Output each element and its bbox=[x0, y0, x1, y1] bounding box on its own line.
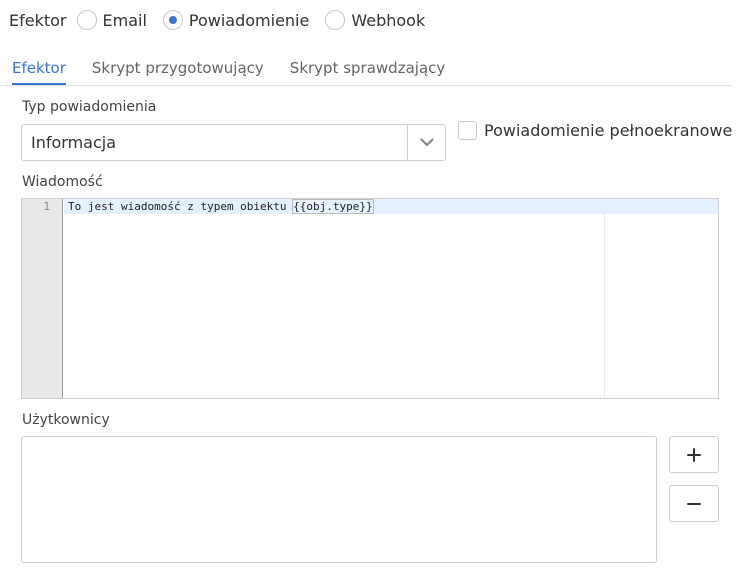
effector-form: Efektor Email Powiadomienie Webhook Efek… bbox=[0, 0, 739, 578]
fullscreen-checkbox[interactable] bbox=[458, 120, 477, 140]
remove-user-button[interactable] bbox=[669, 485, 719, 522]
tab-bar: Efektor Skrypt przygotowujący Skrypt spr… bbox=[0, 50, 731, 86]
chevron-down-icon[interactable] bbox=[407, 125, 445, 160]
users-list[interactable] bbox=[21, 436, 657, 563]
code-line[interactable]: To jest wiadomość z typem obiektu {{obj.… bbox=[68, 199, 374, 214]
tab-prepare-script[interactable]: Skrypt przygotowujący bbox=[92, 50, 264, 85]
fullscreen-option[interactable]: Powiadomienie pełnoekranowe bbox=[458, 119, 732, 141]
radio-option-email[interactable]: Email bbox=[76, 10, 147, 30]
add-user-button[interactable] bbox=[669, 436, 719, 473]
print-margin bbox=[604, 214, 605, 398]
radio-option-notification[interactable]: Powiadomienie bbox=[162, 10, 310, 30]
tab-check-script[interactable]: Skrypt sprawdzający bbox=[290, 50, 445, 85]
message-label: Wiadomość bbox=[22, 174, 103, 190]
radio-notification-label: Powiadomienie bbox=[188, 10, 310, 30]
notification-type-select[interactable]: Informacja bbox=[21, 124, 446, 161]
editor-gutter: 1 bbox=[22, 199, 63, 398]
effector-type-row: Efektor Email Powiadomienie Webhook bbox=[9, 6, 441, 34]
notification-type-value: Informacja bbox=[31, 133, 117, 152]
plus-icon bbox=[687, 447, 701, 462]
line-number: 1 bbox=[43, 200, 50, 213]
radio-option-webhook[interactable]: Webhook bbox=[325, 10, 425, 30]
effector-type-label: Efektor bbox=[9, 10, 67, 30]
tab-effector[interactable]: Efektor bbox=[12, 50, 66, 85]
users-label: Użytkownicy bbox=[22, 412, 110, 428]
notification-type-label: Typ powiadomienia bbox=[22, 99, 157, 115]
minus-icon bbox=[687, 502, 701, 505]
radio-email[interactable] bbox=[76, 10, 97, 30]
template-variable: {{obj.type}} bbox=[292, 199, 374, 214]
radio-webhook[interactable] bbox=[325, 10, 346, 30]
radio-notification[interactable] bbox=[162, 10, 183, 30]
radio-email-label: Email bbox=[102, 10, 147, 30]
message-code-editor[interactable]: 1 To jest wiadomość z typem obiektu {{ob… bbox=[21, 198, 719, 399]
fullscreen-label: Powiadomienie pełnoekranowe bbox=[484, 120, 733, 140]
radio-webhook-label: Webhook bbox=[351, 10, 426, 30]
message-text: To jest wiadomość z typem obiektu bbox=[68, 200, 294, 213]
